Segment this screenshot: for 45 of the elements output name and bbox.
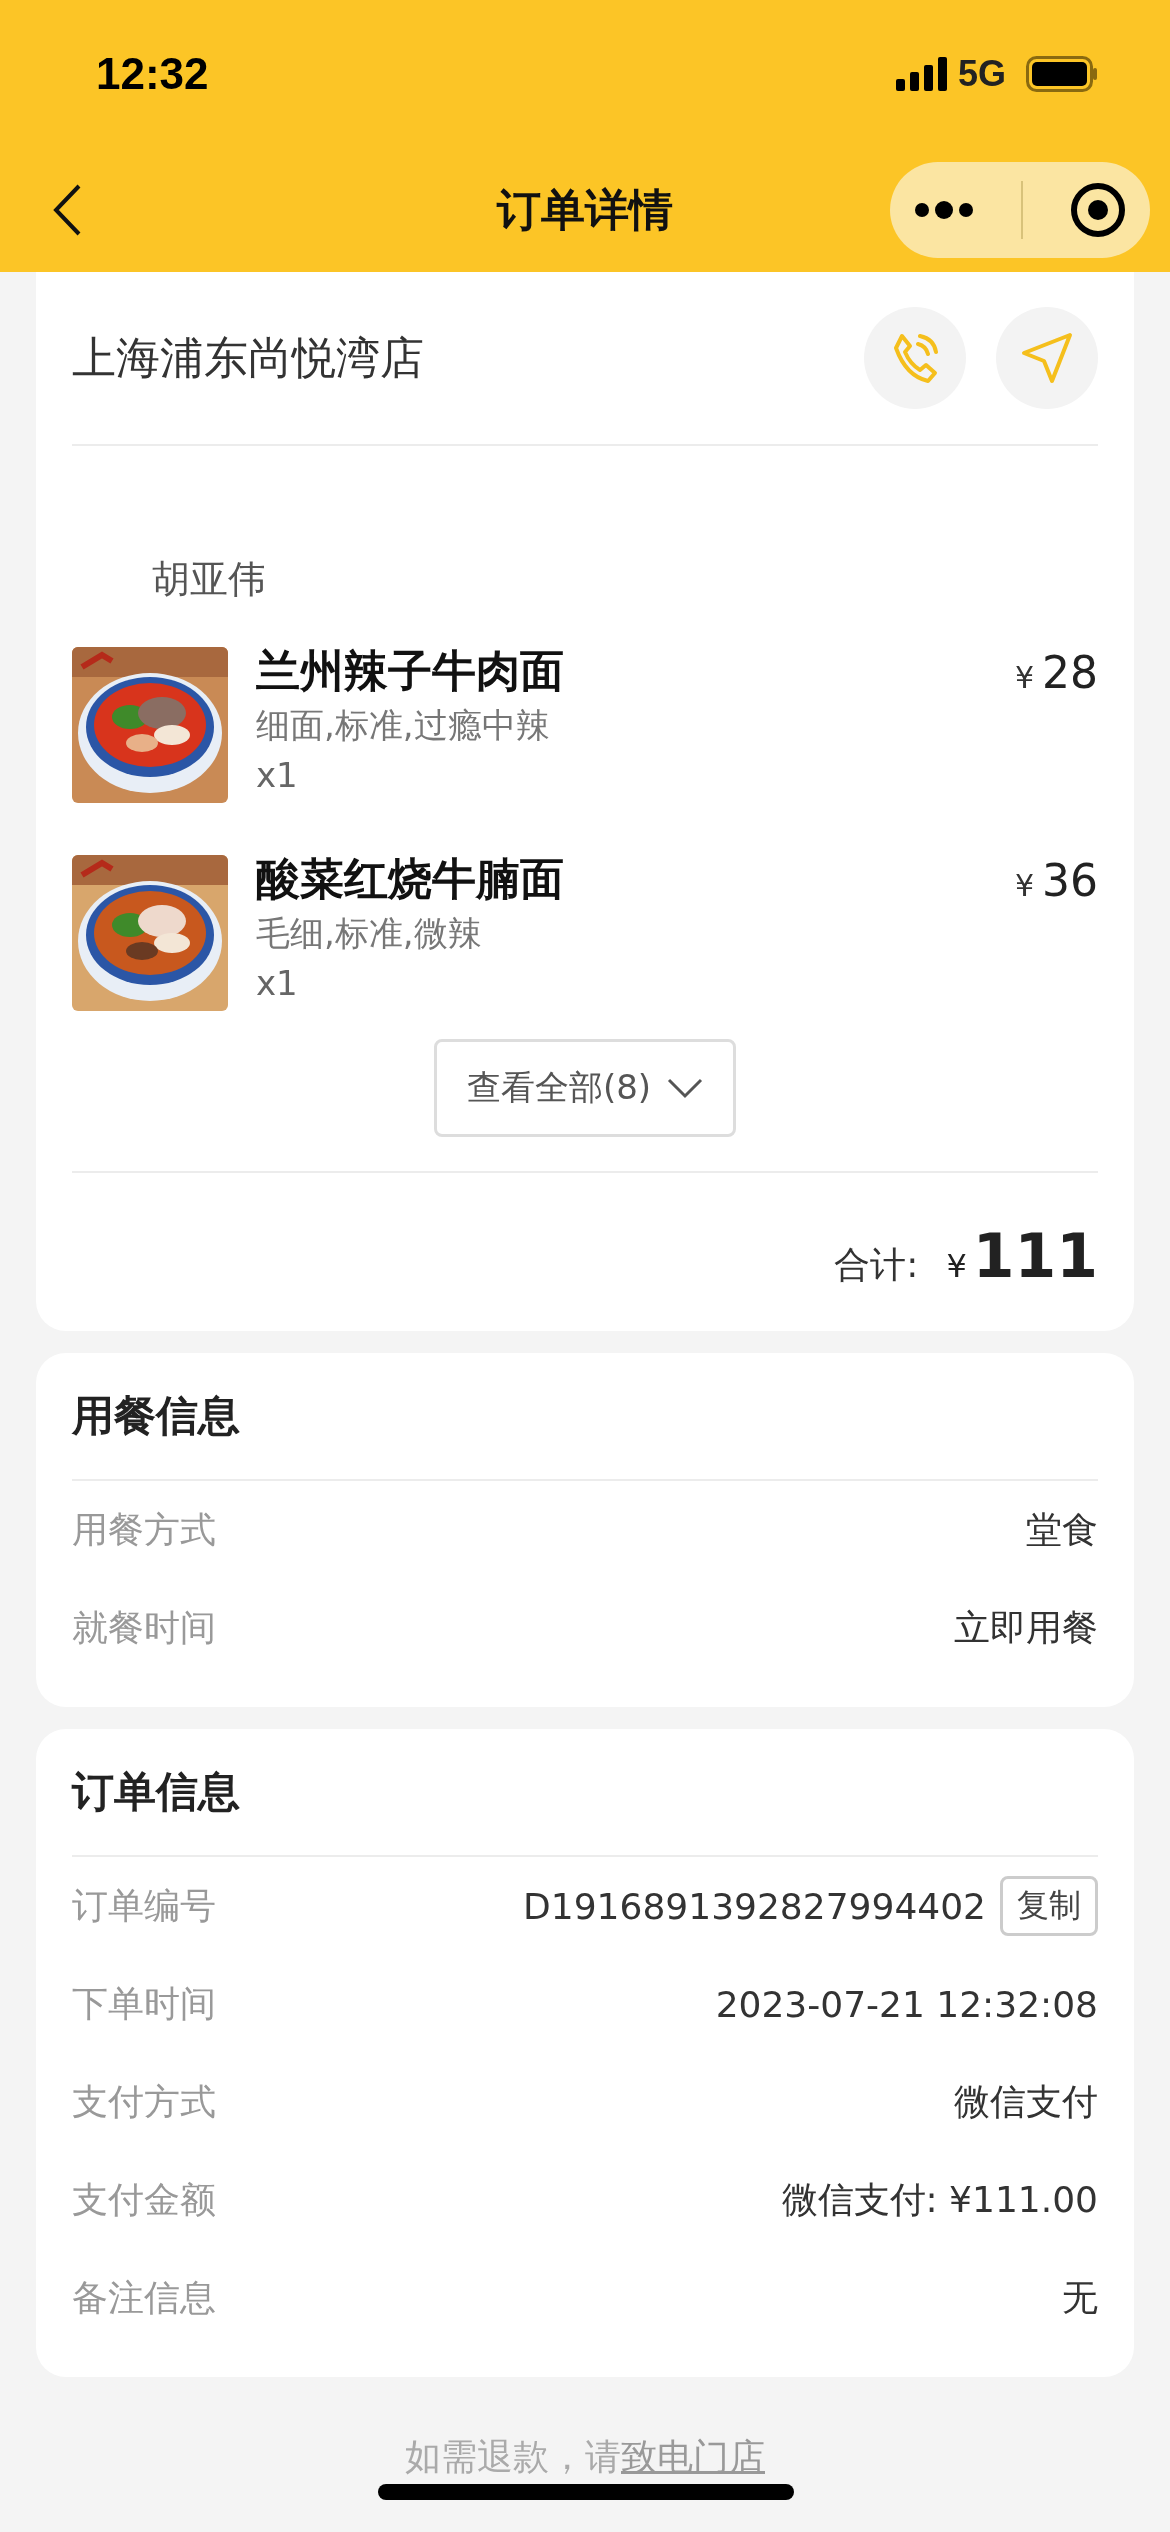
- battery-icon: [1026, 56, 1098, 92]
- dish-name: 酸菜红烧牛腩面: [256, 852, 565, 906]
- currency-sign: ¥: [1014, 868, 1034, 903]
- copy-button[interactable]: 复制: [1000, 1876, 1098, 1936]
- dish-options: 毛细,标准,微辣: [256, 907, 987, 959]
- total-label: 合计:: [834, 1243, 919, 1287]
- phone-icon: [892, 332, 938, 384]
- signal-icon: [895, 57, 948, 91]
- status-time: 12:32: [96, 49, 209, 99]
- field-value: D1916891392827994402: [523, 1885, 986, 1927]
- customer-name: 胡亚伟: [151, 556, 267, 603]
- field-value: 2023-07-21 12:32:08: [715, 1983, 1098, 2025]
- store-name: 上海浦东尚悦湾店: [72, 330, 424, 385]
- more-icon[interactable]: [913, 200, 974, 220]
- field-value: 堂食: [1026, 1507, 1098, 1552]
- send-icon: [1020, 331, 1074, 385]
- dish-price: 28: [1042, 647, 1098, 698]
- field-value: 立即用餐: [954, 1605, 1098, 1650]
- dish-quantity: x1: [256, 754, 299, 797]
- field-value: 微信支付: [954, 2079, 1098, 2124]
- back-icon[interactable]: [52, 184, 82, 236]
- field-value: 无: [1062, 2275, 1098, 2320]
- dish-price: 36: [1042, 855, 1098, 906]
- section-title: 用餐信息: [72, 1390, 241, 1442]
- field-value: 微信支付: ¥111.00: [781, 2177, 1098, 2222]
- chevron-down-icon: [667, 1077, 704, 1099]
- field-label: 下单时间: [72, 1981, 216, 2026]
- network-label: 5G: [957, 53, 1006, 95]
- close-icon[interactable]: [1070, 182, 1127, 238]
- currency-sign: ¥: [1014, 660, 1034, 695]
- dish-name: 兰州辣子牛肉面: [256, 644, 565, 698]
- view-all-button[interactable]: 查看全部(8): [433, 1039, 737, 1137]
- field-label: 支付方式: [72, 2079, 216, 2124]
- dish-options: 细面,标准,过瘾中辣: [256, 699, 987, 751]
- field-label: 订单编号: [72, 1883, 216, 1928]
- field-label: 就餐时间: [72, 1605, 216, 1650]
- page-title: 订单详情: [497, 182, 673, 237]
- refund-note: 如需退款，请致电门店: [405, 2436, 765, 2477]
- field-label: 支付金额: [72, 2177, 216, 2222]
- section-title: 订单信息: [72, 1766, 241, 1818]
- field-label: 用餐方式: [72, 1507, 216, 1552]
- field-label: 备注信息: [72, 2275, 216, 2320]
- currency-sign: ¥: [946, 1247, 967, 1285]
- total-amount: 111: [972, 1221, 1098, 1291]
- dish-quantity: x1: [256, 962, 299, 1005]
